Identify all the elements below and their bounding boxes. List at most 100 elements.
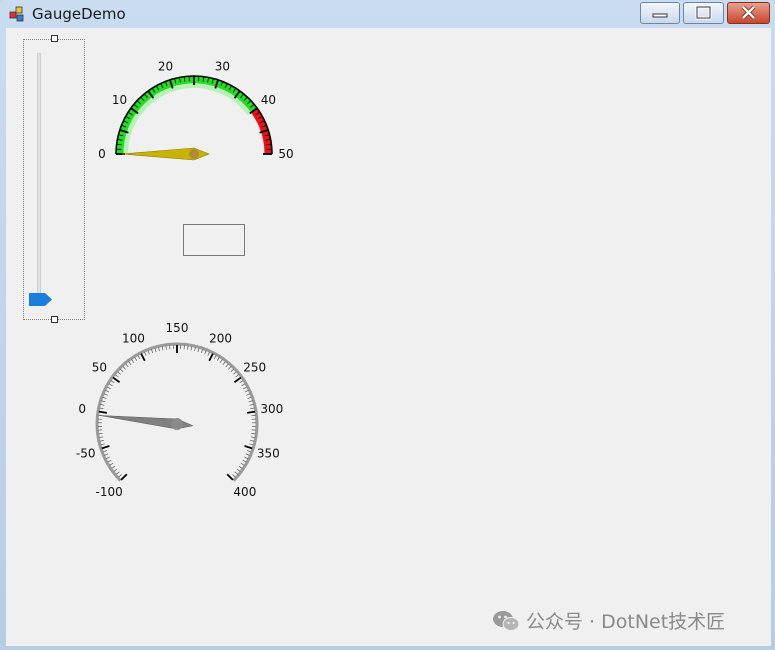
dial-tick <box>243 386 247 390</box>
dial-tick <box>111 465 116 469</box>
dial-tick <box>247 396 252 399</box>
maximize-button[interactable] <box>683 2 724 24</box>
wechat-icon <box>493 610 520 631</box>
dial-tick <box>216 357 220 361</box>
dial-tick <box>242 459 247 463</box>
dial-tick <box>125 363 129 368</box>
dial-tick <box>239 380 244 384</box>
dial-tick <box>137 355 141 360</box>
dial-tick <box>120 368 124 373</box>
dial-tick <box>240 462 245 466</box>
dial-needle-hub <box>171 418 183 430</box>
dial-tick <box>165 345 167 350</box>
gauge-tick-label: 0 <box>98 147 106 161</box>
dial-tick <box>110 380 115 384</box>
dial-tick <box>118 474 122 478</box>
dial-tick <box>190 346 193 351</box>
window-title: GaugeDemo <box>32 5 126 23</box>
dial-tick <box>247 450 252 453</box>
dial-tick-label: 200 <box>209 331 232 345</box>
dial-tick <box>158 347 160 352</box>
dial-tick <box>219 359 223 363</box>
dial-tick <box>102 450 107 453</box>
dial-tick <box>241 383 246 387</box>
close-icon <box>741 5 756 20</box>
dial-tick <box>100 404 105 406</box>
close-button[interactable] <box>727 2 770 24</box>
dial-tick-label: 300 <box>260 402 283 416</box>
dial-tick <box>249 404 254 406</box>
dial-tick <box>154 348 157 353</box>
minimize-button[interactable] <box>640 2 680 24</box>
readout-textbox[interactable] <box>183 224 245 256</box>
dial-tick <box>245 453 250 456</box>
dial-tick <box>233 376 242 383</box>
dial-tick <box>251 433 256 435</box>
watermark-text: 公众号 · DotNet技术匠 <box>526 611 726 633</box>
trackbar-top-handle[interactable] <box>51 35 58 42</box>
dial-tick <box>238 465 243 469</box>
dial-tick <box>208 353 214 362</box>
dial-tick <box>233 371 237 375</box>
dial-tick <box>103 393 108 396</box>
gauge-tick-label: 50 <box>278 147 293 161</box>
dial-tick <box>246 410 256 414</box>
dial-tick <box>246 393 251 396</box>
dial-tick <box>99 440 104 442</box>
dial-tick <box>236 468 241 472</box>
dial-tick <box>248 400 253 403</box>
dial-tick <box>98 410 108 414</box>
dial-tick-label: 350 <box>257 447 280 461</box>
dial-tick <box>144 351 147 356</box>
dial-tick <box>108 383 113 387</box>
dial-tick <box>250 407 255 410</box>
dial-tick-label: -50 <box>76 447 96 461</box>
dial-tick <box>187 345 189 350</box>
dial-tick <box>234 471 239 475</box>
value-trackbar[interactable] <box>23 39 85 320</box>
dial-tick <box>100 443 105 446</box>
dial-tick <box>244 390 249 393</box>
dial-tick <box>115 374 119 378</box>
dial-tick <box>122 366 126 370</box>
title-bar[interactable]: GaugeDemo <box>0 0 775 28</box>
trackbar-thumb[interactable] <box>29 293 52 306</box>
dial-tick <box>99 436 104 438</box>
dial-tick <box>250 440 255 442</box>
minimize-icon <box>652 13 668 18</box>
dial-tick <box>128 361 132 365</box>
watermark: 公众号 · DotNet技术匠 <box>492 607 725 634</box>
dial-tick <box>115 471 120 475</box>
maximize-icon <box>695 5 712 20</box>
dial-tick <box>105 390 110 393</box>
app-window: GaugeDemo 0 10 20 30 40 50 -100 -50 0 50 100 150 20… <box>0 0 775 650</box>
dial-tick-label: 250 <box>243 361 266 375</box>
dial-tick <box>230 368 234 373</box>
dial-tick <box>117 371 121 375</box>
dial-tick <box>207 351 210 356</box>
dial-tick <box>161 346 164 351</box>
dial-tick <box>213 355 217 360</box>
dial-tick-label: -100 <box>96 485 123 499</box>
dial-tick-label: 150 <box>166 321 189 335</box>
dial-tick <box>101 400 106 403</box>
dial-tick <box>204 350 207 355</box>
dial-tick <box>200 349 203 354</box>
dial-tick <box>105 456 110 460</box>
dial-tick <box>222 361 226 365</box>
gauge-tick-label: 20 <box>158 60 173 74</box>
dial-tick <box>226 473 234 481</box>
gauge-tick-label: 10 <box>112 93 127 107</box>
dial-tick <box>112 376 121 383</box>
dial-tick <box>197 348 200 353</box>
trackbar-track <box>37 53 41 305</box>
app-icon <box>9 6 24 22</box>
dial-tick-label: 100 <box>122 331 145 345</box>
dial-tick <box>113 468 118 472</box>
dial-tick <box>250 436 255 438</box>
dial-tick <box>102 396 107 399</box>
trackbar-bottom-handle[interactable] <box>51 316 58 323</box>
speed-gauge: 0 10 20 30 40 50 <box>98 60 293 161</box>
dial-tick <box>107 386 111 390</box>
gauge-tick-label: 30 <box>215 60 230 74</box>
